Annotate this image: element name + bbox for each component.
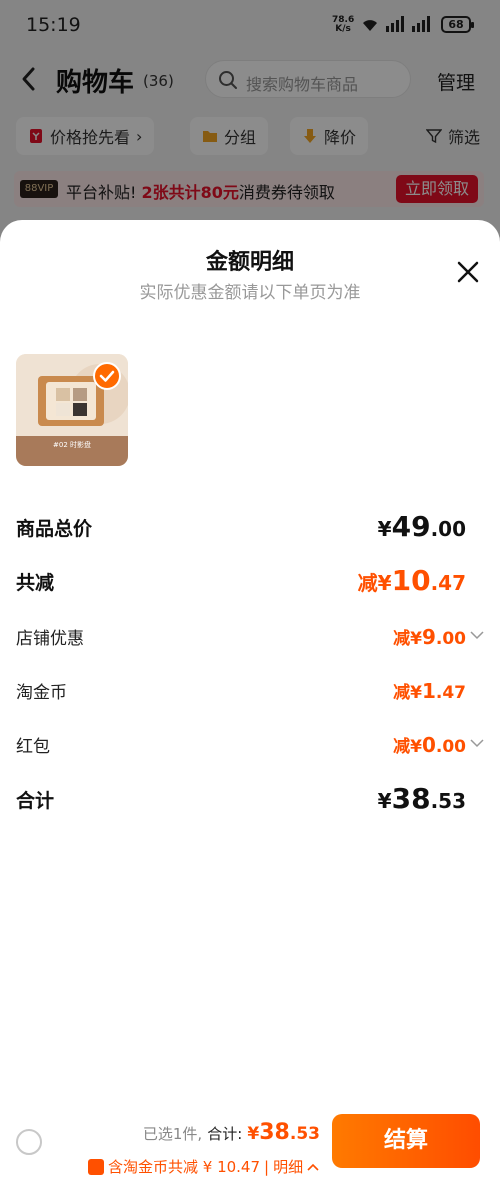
row-goods-total: 商品总价 ¥49.00 bbox=[16, 510, 486, 544]
row-value: 减¥10.47 bbox=[358, 564, 466, 597]
value-int: 10 bbox=[391, 564, 431, 597]
row-total-discount: 共减 减¥10.47 bbox=[16, 564, 486, 598]
value-prefix: ¥ bbox=[377, 517, 392, 541]
row-value: 减¥1.47 bbox=[393, 678, 466, 703]
sheet-subtitle: 实际优惠金额请以下单页为准 bbox=[139, 283, 361, 303]
row-taobao-coin: 淘金币 减¥1.47 bbox=[16, 674, 486, 708]
value-int: 9 bbox=[421, 625, 436, 649]
selected-check-icon[interactable] bbox=[93, 362, 121, 390]
row-value: ¥49.00 bbox=[378, 510, 466, 543]
row-value: 减¥9.00 bbox=[393, 624, 466, 649]
row-store-discount[interactable]: 店铺优惠 减¥9.00 bbox=[16, 620, 486, 654]
amount-detail-sheet: 金额明细 实际优惠金额请以下单页为准 #02 时影盘 商品总价 ¥49.00 共… bbox=[0, 220, 500, 1184]
value-dec: .47 bbox=[435, 683, 466, 703]
total-prefix: ¥ bbox=[247, 1124, 260, 1144]
row-value: 减¥0.00 bbox=[393, 732, 466, 757]
sheet-title: 金额明细 bbox=[205, 250, 294, 275]
value-prefix: 减¥ bbox=[393, 683, 422, 703]
value-int: 0 bbox=[421, 733, 436, 757]
product-thumbnail[interactable]: #02 时影盘 bbox=[16, 354, 128, 466]
value-int: 38 bbox=[391, 782, 431, 815]
row-red-packet[interactable]: 红包 减¥0.00 bbox=[16, 728, 486, 762]
total-value: ¥38.53 bbox=[247, 1120, 320, 1145]
value-prefix: 减¥ bbox=[393, 629, 422, 649]
selected-count: 已选1件, bbox=[142, 1125, 203, 1143]
total-int: 38 bbox=[259, 1120, 290, 1145]
row-label: 商品总价 bbox=[16, 518, 93, 540]
chevron-down-icon[interactable] bbox=[470, 738, 484, 748]
row-label: 店铺优惠 bbox=[16, 629, 84, 649]
savings-text: 含淘金币共减 ¥ 10.47 bbox=[108, 1158, 261, 1176]
value-int: 49 bbox=[391, 510, 431, 543]
row-label: 共减 bbox=[16, 572, 55, 594]
row-grand-total: 合计 ¥38.53 bbox=[16, 782, 486, 816]
value-dec: .00 bbox=[430, 517, 466, 541]
chevron-up-icon bbox=[307, 1163, 319, 1171]
row-label: 合计 bbox=[16, 790, 55, 812]
value-dec: .00 bbox=[435, 737, 466, 757]
product-thumb-label: #02 时影盘 bbox=[16, 436, 128, 466]
value-dec: .53 bbox=[430, 789, 466, 813]
value-prefix: 减¥ bbox=[393, 737, 422, 757]
value-dec: .47 bbox=[430, 571, 466, 595]
value-dec: .00 bbox=[435, 629, 466, 649]
savings-summary[interactable]: 含淘金币共减 ¥ 10.47 | 明细 bbox=[88, 1156, 319, 1177]
value-prefix: ¥ bbox=[377, 789, 392, 813]
row-label: 淘金币 bbox=[16, 683, 67, 703]
coin-icon bbox=[88, 1158, 104, 1175]
value-prefix: 减¥ bbox=[357, 571, 392, 595]
close-icon[interactable] bbox=[456, 260, 480, 284]
total-label: 合计: bbox=[207, 1125, 243, 1143]
detail-toggle[interactable]: 明细 bbox=[273, 1156, 303, 1177]
divider: | bbox=[264, 1157, 270, 1176]
value-int: 1 bbox=[421, 679, 436, 703]
row-value: ¥38.53 bbox=[378, 782, 466, 815]
total-dec: .53 bbox=[289, 1124, 320, 1144]
selection-summary: 已选1件, 合计: ¥38.53 bbox=[0, 1120, 320, 1145]
checkout-button[interactable]: 结算 bbox=[332, 1114, 480, 1168]
checkout-bar: 已选1件, 合计: ¥38.53 含淘金币共减 ¥ 10.47 | 明细 结算 bbox=[0, 1104, 500, 1184]
chevron-down-icon[interactable] bbox=[470, 630, 484, 640]
row-label: 红包 bbox=[16, 737, 50, 757]
